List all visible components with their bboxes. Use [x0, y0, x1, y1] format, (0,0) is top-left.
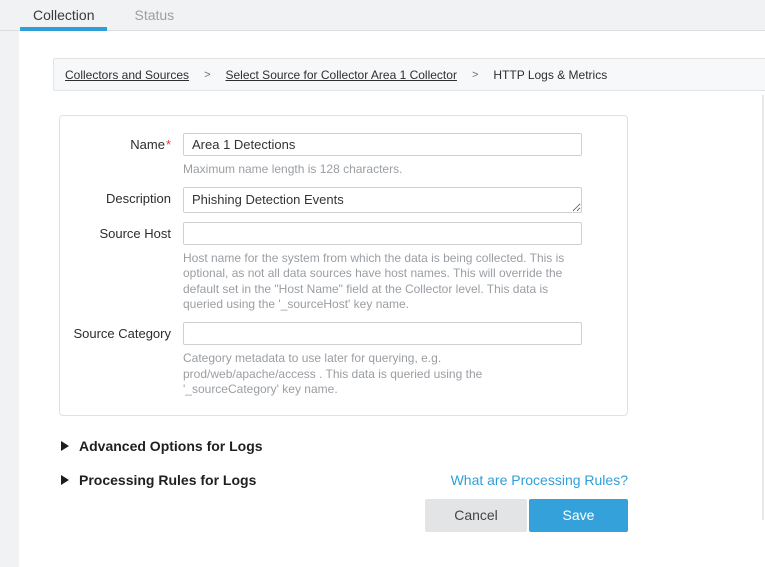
advanced-options-title: Advanced Options for Logs: [79, 438, 263, 454]
expand-arrow-icon: [61, 441, 69, 451]
save-button[interactable]: Save: [529, 499, 628, 532]
source-category-help: Category metadata to use later for query…: [183, 351, 582, 398]
required-marker: *: [166, 137, 171, 152]
source-category-input[interactable]: [183, 322, 582, 345]
processing-rules-title: Processing Rules for Logs: [79, 472, 256, 488]
source-host-label: Source Host: [60, 222, 183, 313]
tab-collection-label: Collection: [33, 7, 94, 23]
name-label: Name*: [60, 133, 183, 178]
source-host-row: Source Host Host name for the system fro…: [60, 222, 627, 313]
advanced-options-toggle[interactable]: Advanced Options for Logs: [59, 438, 263, 454]
tab-bar: Collection Status: [0, 0, 765, 31]
breadcrumb-link-select-source[interactable]: Select Source for Collector Area 1 Colle…: [226, 68, 457, 82]
processing-rules-section: Processing Rules for Logs What are Proce…: [59, 472, 628, 488]
name-row: Name* Maximum name length is 128 charact…: [60, 133, 627, 178]
source-config-form: Name* Maximum name length is 128 charact…: [59, 115, 628, 416]
description-row: Description Phishing Detection Events: [60, 187, 627, 213]
breadcrumb: Collectors and Sources > Select Source f…: [53, 58, 765, 91]
app-window: Collection Status Collectors and Sources…: [0, 0, 765, 567]
content-panel: Collectors and Sources > Select Source f…: [19, 31, 765, 567]
tab-status-label: Status: [134, 7, 174, 23]
name-input[interactable]: [183, 133, 582, 156]
form-actions: Cancel Save: [59, 499, 628, 532]
breadcrumb-separator: >: [472, 69, 478, 81]
description-input[interactable]: Phishing Detection Events: [183, 187, 582, 213]
scroll-track: [762, 95, 764, 520]
source-host-help: Host name for the system from which the …: [183, 251, 582, 313]
tab-status[interactable]: Status: [121, 0, 187, 30]
breadcrumb-separator: >: [204, 69, 210, 81]
advanced-options-section: Advanced Options for Logs: [59, 438, 628, 454]
expand-arrow-icon: [61, 475, 69, 485]
source-category-row: Source Category Category metadata to use…: [60, 322, 627, 398]
tab-collection[interactable]: Collection: [20, 0, 107, 30]
description-label: Description: [60, 187, 183, 213]
what-are-processing-rules-link[interactable]: What are Processing Rules?: [451, 472, 628, 488]
name-hint: Maximum name length is 128 characters.: [183, 162, 582, 178]
source-host-input[interactable]: [183, 222, 582, 245]
breadcrumb-current-page: HTTP Logs & Metrics: [493, 68, 607, 82]
source-category-label: Source Category: [60, 322, 183, 398]
cancel-button[interactable]: Cancel: [425, 499, 527, 532]
processing-rules-toggle[interactable]: Processing Rules for Logs: [59, 472, 256, 488]
breadcrumb-link-collectors-and-sources[interactable]: Collectors and Sources: [65, 68, 189, 82]
